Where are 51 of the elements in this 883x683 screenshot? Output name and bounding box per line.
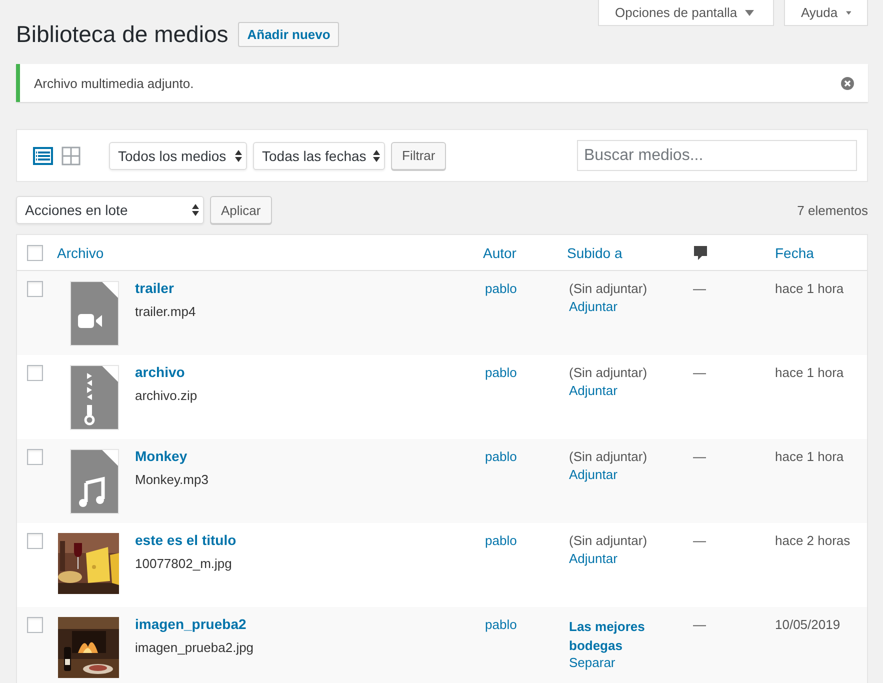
date-text: 10/05/2019 <box>775 617 842 632</box>
filter-button[interactable]: Filtrar <box>391 142 446 170</box>
date-select[interactable]: Todas las fechas <box>253 142 385 170</box>
column-header[interactable]: Autor <box>483 244 516 260</box>
file-name: Monkey.mp3 <box>135 472 208 487</box>
date-text: hace 2 horas <box>775 533 852 548</box>
file-name: imagen_prueba2.jpg <box>135 640 254 655</box>
media-title-link[interactable]: trailer <box>135 280 196 296</box>
author-link[interactable]: pablo <box>485 533 517 548</box>
column-header[interactable]: Fecha <box>775 244 867 260</box>
file-name: trailer.mp4 <box>135 304 196 319</box>
media-title-link[interactable]: imagen_prueba2 <box>135 616 254 632</box>
attach-link[interactable]: Adjuntar <box>569 383 675 398</box>
media-title-link[interactable]: archivo <box>135 364 198 380</box>
file-name: archivo.zip <box>135 388 198 403</box>
column-header[interactable]: Subido a <box>567 244 675 260</box>
author-link[interactable]: pablo <box>485 617 517 632</box>
comment-count: — <box>693 617 707 632</box>
comment-count: — <box>693 533 707 548</box>
comment-count: — <box>693 281 707 296</box>
notice-text: Archivo multimedia adjunto. <box>34 76 194 90</box>
media-title-link[interactable]: este es el titulo <box>135 532 236 548</box>
attach-link[interactable]: Adjuntar <box>569 551 675 566</box>
item-count: 7 elementos <box>797 202 868 218</box>
column-header[interactable]: Archivo <box>57 244 471 260</box>
author-link[interactable]: pablo <box>485 281 517 296</box>
apply-button[interactable]: Aplicar <box>210 196 272 224</box>
media-type-select[interactable]: Todos los medios <box>109 142 247 170</box>
comment-count: — <box>693 449 707 464</box>
comment-count: — <box>693 365 707 380</box>
unattached-label: (Sin adjuntar) <box>569 449 648 464</box>
date-text: hace 1 hora <box>775 449 845 464</box>
file-name: 10077802_m.jpg <box>135 556 233 571</box>
unattached-label: (Sin adjuntar) <box>569 281 648 296</box>
add-new-button[interactable]: Añadir nuevo <box>238 22 340 46</box>
header-tab[interactable]: Ayuda <box>784 0 868 26</box>
detach-link[interactable]: Separar <box>569 655 675 670</box>
author-link[interactable]: pablo <box>485 365 517 380</box>
attach-link[interactable]: Adjuntar <box>569 299 675 314</box>
header-tab[interactable]: Opciones de pantalla <box>598 0 774 26</box>
parent-post-link[interactable]: Las mejores bodegas <box>569 617 659 655</box>
date-text: hace 1 hora <box>775 365 845 380</box>
unattached-label: (Sin adjuntar) <box>569 533 648 548</box>
media-title-link[interactable]: Monkey <box>135 448 208 464</box>
date-text: hace 1 hora <box>775 281 845 296</box>
search-field[interactable]: Buscar medios... <box>577 140 857 171</box>
attach-link[interactable]: Adjuntar <box>569 467 675 482</box>
page-title: Biblioteca de medios <box>16 20 228 48</box>
author-link[interactable]: pablo <box>485 449 517 464</box>
bulk-actions-select[interactable]: Acciones en lote <box>16 196 204 224</box>
unattached-label: (Sin adjuntar) <box>569 365 648 380</box>
